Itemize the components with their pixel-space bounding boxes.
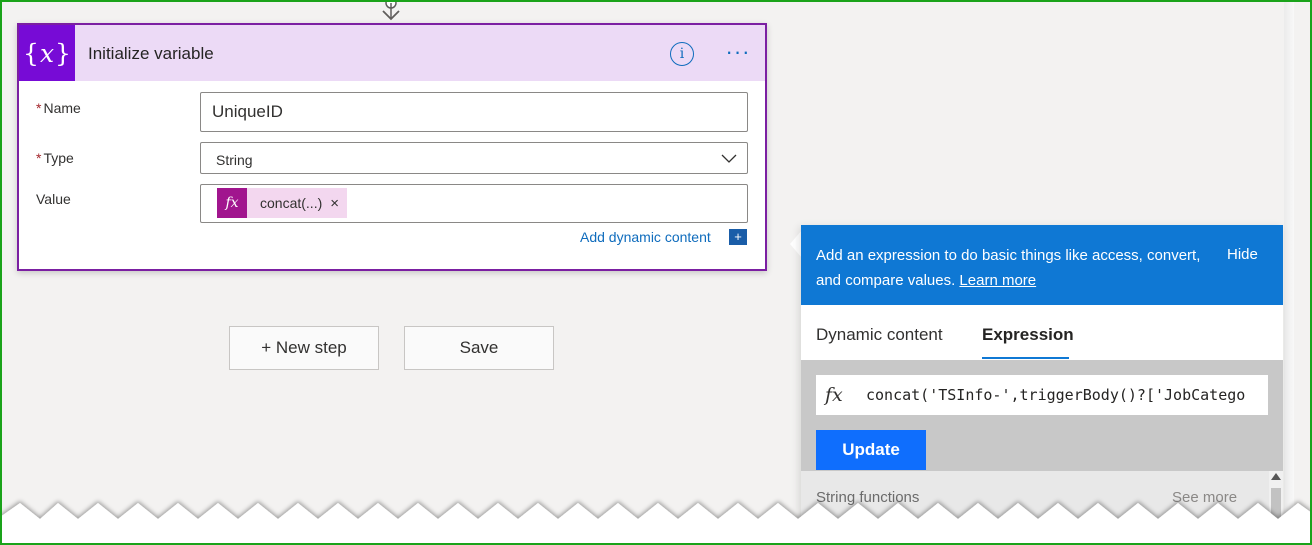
curly-x-icon: {x} bbox=[19, 25, 75, 81]
info-icon[interactable]: i bbox=[670, 42, 694, 66]
tab-expression[interactable]: Expression bbox=[982, 325, 1074, 345]
panel-header: Add an expression to do basic things lik… bbox=[801, 225, 1283, 305]
plus-icon[interactable]: + bbox=[729, 229, 747, 245]
name-label: * Name bbox=[36, 100, 81, 116]
tab-dynamic-content[interactable]: Dynamic content bbox=[816, 325, 943, 345]
fx-icon: fx bbox=[825, 384, 843, 406]
name-input[interactable] bbox=[200, 92, 748, 132]
chevron-down-icon bbox=[721, 154, 737, 163]
scroll-up-icon[interactable] bbox=[1271, 473, 1281, 480]
add-dynamic-content-link[interactable]: Add dynamic content bbox=[580, 229, 711, 245]
active-tab-indicator bbox=[982, 357, 1069, 359]
card-title: Initialize variable bbox=[88, 44, 214, 63]
hide-button[interactable]: Hide bbox=[1227, 246, 1258, 263]
type-label: * Type bbox=[36, 150, 74, 166]
more-options-icon[interactable]: ··· bbox=[723, 37, 753, 67]
card-header[interactable]: {x} Initialize variable i ··· bbox=[19, 25, 765, 81]
down-arrow-icon bbox=[382, 0, 400, 21]
value-input[interactable]: fx concat(...) × bbox=[200, 184, 748, 223]
update-button[interactable]: Update bbox=[816, 430, 926, 470]
type-select[interactable]: String bbox=[200, 142, 748, 174]
name-label-text: Name bbox=[43, 100, 81, 116]
token-remove-icon[interactable]: × bbox=[330, 195, 339, 212]
save-button[interactable]: Save bbox=[404, 326, 554, 370]
learn-more-link[interactable]: Learn more bbox=[959, 272, 1036, 289]
required-asterisk: * bbox=[36, 150, 42, 166]
initialize-variable-card: {x} Initialize variable i ··· *Name *Typ… bbox=[17, 23, 767, 271]
fx-icon: fx bbox=[217, 188, 247, 218]
torn-edge-decoration bbox=[0, 503, 1312, 545]
type-value: String bbox=[216, 152, 253, 168]
new-step-button[interactable]: + New step bbox=[229, 326, 379, 370]
expression-token[interactable]: fx concat(...) × bbox=[217, 188, 347, 218]
required-asterisk: * bbox=[36, 100, 42, 116]
token-label: concat(...) bbox=[260, 195, 323, 211]
expression-input[interactable] bbox=[866, 379, 1266, 411]
value-label: Value bbox=[36, 191, 71, 207]
canvas-right-edge bbox=[1284, 0, 1294, 545]
expression-editor: fx Update bbox=[801, 360, 1283, 471]
type-label-text: Type bbox=[43, 150, 74, 166]
expression-input-wrapper[interactable]: fx bbox=[816, 375, 1268, 415]
panel-description: Add an expression to do basic things lik… bbox=[816, 243, 1201, 293]
